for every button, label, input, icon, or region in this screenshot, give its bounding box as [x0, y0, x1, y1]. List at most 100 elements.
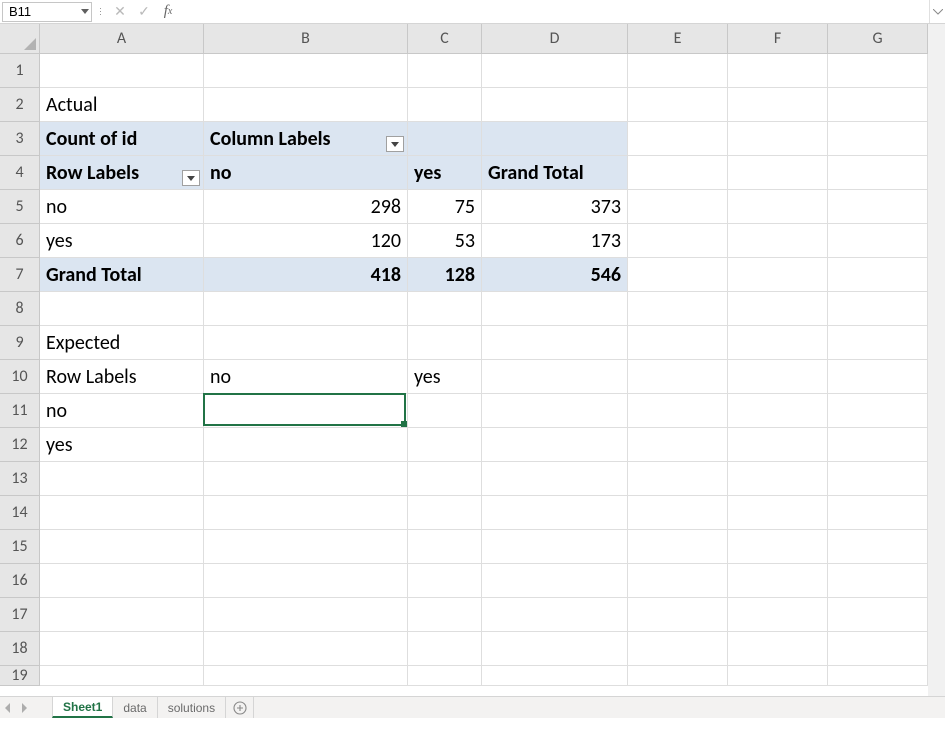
cell[interactable] [204, 632, 408, 666]
row-header[interactable]: 8 [0, 292, 39, 326]
cell[interactable]: Expected [40, 326, 204, 360]
cell[interactable] [728, 394, 828, 428]
cell[interactable] [482, 462, 628, 496]
cell[interactable] [482, 292, 628, 326]
cell[interactable]: Row Labels [40, 360, 204, 394]
cell[interactable] [728, 224, 828, 258]
cell[interactable] [628, 666, 728, 686]
cell[interactable] [728, 88, 828, 122]
cell[interactable] [40, 462, 204, 496]
cell[interactable] [204, 598, 408, 632]
cell[interactable]: 418 [204, 258, 408, 292]
cell[interactable] [628, 258, 728, 292]
expand-formula-bar-button[interactable] [929, 0, 945, 23]
cell[interactable] [204, 292, 408, 326]
cell[interactable] [408, 564, 482, 598]
sheet-tab[interactable]: Sheet1 [52, 697, 113, 718]
row-header[interactable]: 2 [0, 88, 39, 122]
cell[interactable] [408, 54, 482, 88]
cell[interactable]: 128 [408, 258, 482, 292]
cell[interactable] [408, 88, 482, 122]
cell[interactable] [40, 54, 204, 88]
cell[interactable] [828, 564, 928, 598]
cell[interactable] [408, 496, 482, 530]
cell[interactable]: yes [408, 156, 482, 190]
cell[interactable] [628, 224, 728, 258]
cell[interactable] [828, 156, 928, 190]
column-header[interactable]: A [40, 24, 204, 53]
cell[interactable]: no [204, 360, 408, 394]
cell[interactable] [40, 530, 204, 564]
cell[interactable] [408, 122, 482, 156]
sheet-tab[interactable]: solutions [158, 697, 226, 718]
cell[interactable]: Count of id [40, 122, 204, 156]
cell[interactable] [828, 224, 928, 258]
cell[interactable] [628, 428, 728, 462]
row-header[interactable]: 7 [0, 258, 39, 292]
row-header[interactable]: 15 [0, 530, 39, 564]
vertical-scrollbar[interactable] [928, 24, 945, 696]
column-headers[interactable]: ABCDEFG [40, 24, 945, 54]
column-header[interactable]: E [628, 24, 728, 53]
cell[interactable] [628, 190, 728, 224]
cell[interactable] [408, 598, 482, 632]
cell[interactable] [628, 496, 728, 530]
cell[interactable] [828, 394, 928, 428]
cell[interactable] [728, 564, 828, 598]
cell[interactable] [828, 360, 928, 394]
row-header[interactable]: 17 [0, 598, 39, 632]
pivot-filter-button[interactable] [386, 136, 404, 152]
cell[interactable] [628, 326, 728, 360]
cell[interactable] [828, 598, 928, 632]
row-header[interactable]: 1 [0, 54, 39, 88]
cell[interactable] [482, 598, 628, 632]
column-header[interactable]: G [828, 24, 928, 53]
cell[interactable] [828, 292, 928, 326]
cell[interactable] [728, 462, 828, 496]
cell[interactable] [828, 428, 928, 462]
cell[interactable] [408, 394, 482, 428]
cell[interactable] [40, 564, 204, 598]
cell[interactable] [828, 190, 928, 224]
cell[interactable]: yes [408, 360, 482, 394]
dropdown-icon[interactable] [81, 9, 89, 14]
cell[interactable]: no [40, 190, 204, 224]
cell[interactable] [482, 496, 628, 530]
cell[interactable] [828, 666, 928, 686]
cell[interactable] [628, 598, 728, 632]
cell[interactable] [728, 190, 828, 224]
cell[interactable] [40, 666, 204, 686]
tab-nav-prev[interactable] [0, 697, 16, 718]
cell[interactable] [828, 462, 928, 496]
cell[interactable] [204, 428, 408, 462]
row-header[interactable]: 11 [0, 394, 39, 428]
cell[interactable] [204, 564, 408, 598]
cell[interactable] [828, 496, 928, 530]
column-header[interactable]: D [482, 24, 628, 53]
cell[interactable] [828, 530, 928, 564]
spreadsheet-grid[interactable]: ABCDEFG 12345678910111213141516171819 Ac… [0, 24, 945, 718]
cell[interactable] [628, 156, 728, 190]
cell[interactable]: no [204, 156, 408, 190]
row-header[interactable]: 13 [0, 462, 39, 496]
cell[interactable] [628, 122, 728, 156]
cell[interactable] [482, 326, 628, 360]
tab-nav-next[interactable] [16, 697, 32, 718]
cell[interactable]: 53 [408, 224, 482, 258]
cell[interactable] [628, 530, 728, 564]
cell[interactable] [828, 122, 928, 156]
cell[interactable] [408, 530, 482, 564]
cell[interactable] [482, 360, 628, 394]
cell[interactable] [628, 88, 728, 122]
fx-button[interactable]: fx [156, 2, 180, 22]
cell[interactable] [482, 122, 628, 156]
row-header[interactable]: 6 [0, 224, 39, 258]
cell[interactable] [728, 632, 828, 666]
cell[interactable]: 298 [204, 190, 408, 224]
cell[interactable] [728, 258, 828, 292]
cells-area[interactable]: ActualCount of idColumn LabelsRow Labels… [40, 54, 945, 696]
cell[interactable] [828, 88, 928, 122]
sheet-tab[interactable]: data [113, 697, 157, 718]
cell[interactable] [628, 292, 728, 326]
row-header[interactable]: 3 [0, 122, 39, 156]
